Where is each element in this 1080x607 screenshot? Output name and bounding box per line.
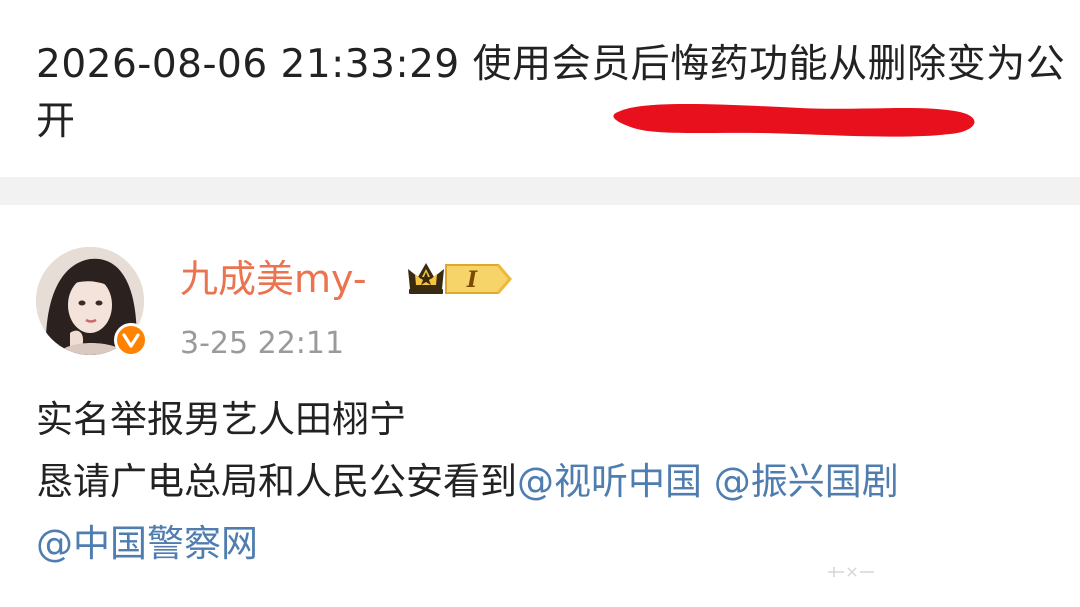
card-divider bbox=[0, 177, 1080, 205]
post-body: 实名举报男艺人田栩宁 恳请广电总局和人民公安看到@视听中国 @振兴国剧 @中国警… bbox=[36, 389, 1046, 575]
level-badge-text: I bbox=[466, 267, 478, 293]
red-underline-annotation bbox=[613, 104, 975, 137]
mention-link-3[interactable]: @中国警察网 bbox=[36, 522, 258, 565]
history-notice-card: 2026-08-06 21:33:29 使用会员后悔药功能从删除变为公开 bbox=[0, 0, 1080, 177]
post-body-line-1: 实名举报男艺人田栩宁 bbox=[36, 398, 406, 441]
author-name[interactable]: 九成美my- bbox=[180, 253, 367, 305]
author-avatar-wrap[interactable] bbox=[36, 247, 148, 359]
weibo-post-screenshot: 2026-08-06 21:33:29 使用会员后悔药功能从删除变为公开 九成美… bbox=[0, 0, 1080, 607]
post-body-line-3: @中国警察网 bbox=[36, 513, 1046, 575]
watermark-mark bbox=[828, 567, 874, 577]
post-card: 九成美my- I 3-25 22:11 实名举报男艺人田栩宁 恳请广电总局和人民… bbox=[0, 205, 1080, 595]
member-crown-badge[interactable]: I bbox=[406, 259, 514, 299]
mention-link-1[interactable]: @视听中国 bbox=[517, 460, 702, 503]
verified-v-icon bbox=[114, 323, 148, 357]
mention-link-2[interactable]: @振兴国剧 bbox=[714, 460, 899, 503]
post-body-line-2: 恳请广电总局和人民公安看到@视听中国 @振兴国剧 bbox=[36, 451, 1046, 513]
crown-icon bbox=[408, 263, 444, 294]
post-body-line-2-text: 恳请广电总局和人民公安看到 bbox=[36, 460, 517, 503]
post-timestamp: 3-25 22:11 bbox=[180, 326, 345, 361]
